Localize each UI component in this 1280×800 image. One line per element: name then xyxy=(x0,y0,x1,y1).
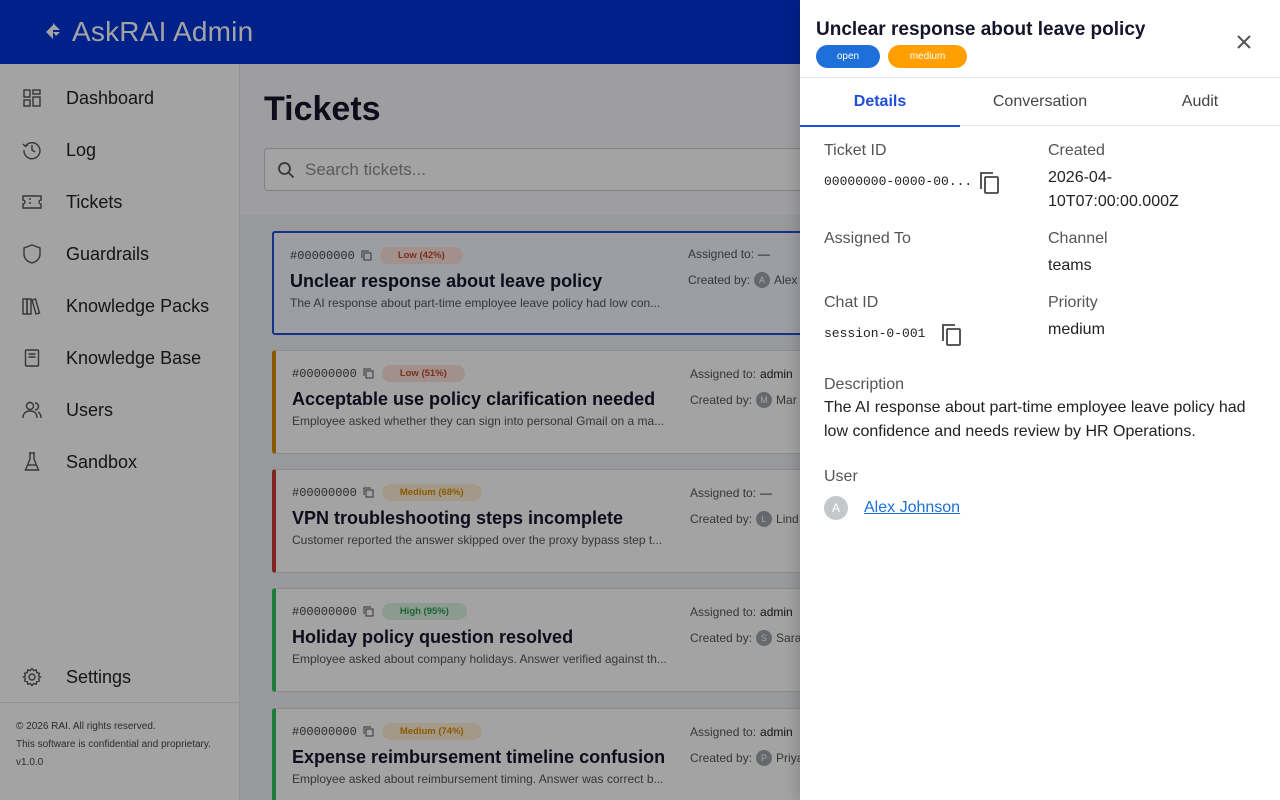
copy-icon[interactable] xyxy=(940,323,962,347)
assigned-to-label: Assigned To xyxy=(824,230,911,247)
tab-conversation[interactable]: Conversation xyxy=(960,78,1120,126)
priority-label: Priority xyxy=(1048,294,1098,311)
created-label: Created xyxy=(1048,142,1105,159)
user-link[interactable]: Alex Johnson xyxy=(864,499,960,517)
ticket-id-value: 00000000-0000-00... xyxy=(824,174,973,189)
user-label: User xyxy=(824,468,858,485)
drawer-title: Unclear response about leave policy xyxy=(816,19,1146,40)
created-value-line1: 2026-04- xyxy=(1048,169,1113,186)
ticket-id-label: Ticket ID xyxy=(824,142,887,159)
drawer-tabs: Details Conversation Audit xyxy=(800,77,1280,127)
user-row: A Alex Johnson xyxy=(824,496,960,520)
close-icon[interactable] xyxy=(1232,30,1256,54)
chat-id-label: Chat ID xyxy=(824,294,879,311)
drawer-badges: open medium xyxy=(816,45,975,68)
status-badge: open xyxy=(816,45,880,68)
tab-details[interactable]: Details xyxy=(800,78,960,127)
description-label: Description xyxy=(824,376,905,393)
avatar: A xyxy=(824,496,848,520)
chat-id-value: session-0-001 xyxy=(824,326,926,341)
channel-value: teams xyxy=(1048,257,1092,274)
description-value: The AI response about part-time employee… xyxy=(824,399,1246,440)
modal-backdrop[interactable] xyxy=(0,0,800,800)
channel-label: Channel xyxy=(1048,230,1108,247)
copy-icon[interactable] xyxy=(978,171,1000,195)
created-value-line2: 10T07:00:00.000Z xyxy=(1048,193,1179,210)
priority-value: medium xyxy=(1048,321,1105,338)
ticket-detail-drawer: Unclear response about leave policy open… xyxy=(800,0,1280,800)
tab-audit[interactable]: Audit xyxy=(1120,78,1280,126)
priority-badge: medium xyxy=(888,45,967,68)
